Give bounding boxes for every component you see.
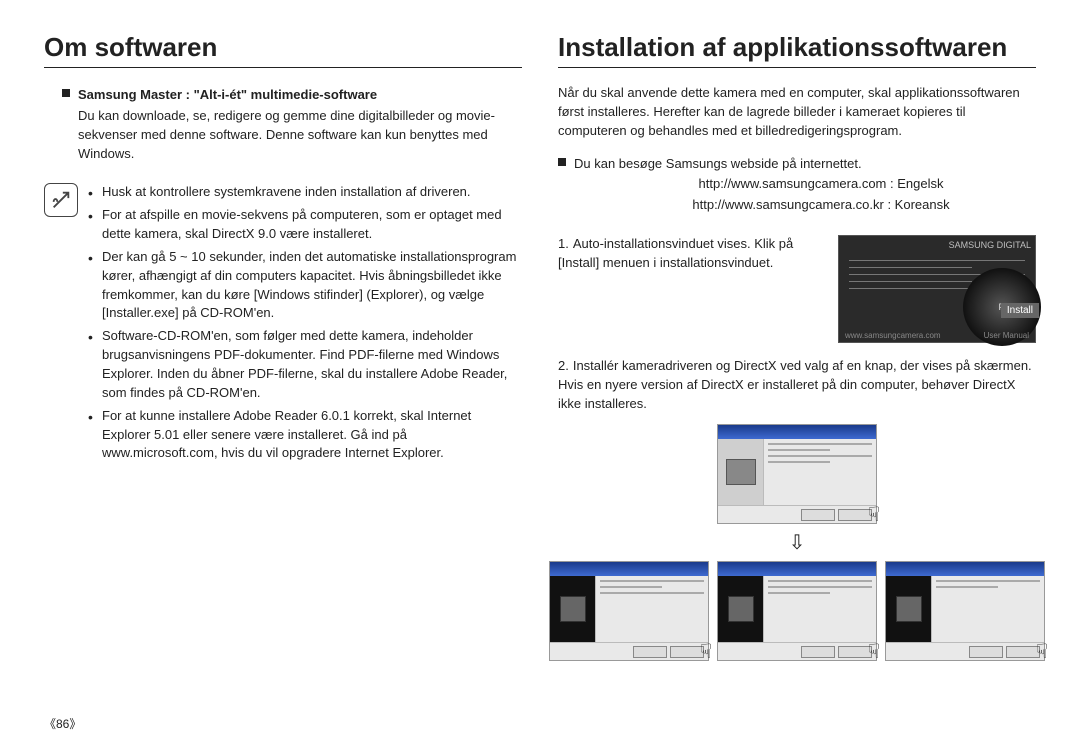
directx-logo-icon [560,596,586,622]
note-item: For at afspille en movie-sekvens på comp… [88,206,522,244]
square-bullet-icon [558,158,566,166]
thumb-brand: SAMSUNG DIGITAL [899,240,1031,250]
directx-logo-icon [728,596,754,622]
step2-screenshots: ☟ ⇩ ☟ [558,424,1036,661]
url-korean: http://www.samsungcamera.co.kr : Koreans… [606,196,1036,215]
directx-logo-icon [896,596,922,622]
installer-screenshot: SAMSUNG DIGITAL PDF file. Install www.sa… [838,235,1036,343]
note-item: Der kan gå 5 ~ 10 sekunder, inden det au… [88,248,522,323]
intro-text: Når du skal anvende dette kamera med en … [558,84,1036,141]
url-english: http://www.samsungcamera.com : Engelsk [606,175,1036,194]
thumb-site-right: User Manual [984,331,1029,340]
wizard-screenshot: ☟ [717,561,877,661]
cursor-hand-icon: ☟ [868,639,880,664]
square-bullet-icon [62,89,70,97]
cursor-hand-icon: ☟ [700,639,712,664]
right-heading: Installation af applikationssoftwaren [558,32,1036,68]
note-item: Software-CD-ROM'en, som følger med dette… [88,327,522,402]
wizard-screenshot: ☟ [717,424,877,524]
wizard-screenshot: ☟ [885,561,1045,661]
left-heading: Om softwaren [44,32,522,68]
monitor-icon [726,459,756,485]
note-item: For at kunne installere Adobe Reader 6.0… [88,407,522,464]
cursor-hand-icon: ☟ [868,502,880,527]
note-icon [44,183,78,217]
page-number: 《86》 [44,715,81,732]
step2-text: Installér kameradriveren og DirectX ved … [558,358,1032,411]
weblink-intro: Du kan besøge Samsungs webside på intern… [574,155,862,174]
cursor-hand-icon: ☟ [1036,639,1048,664]
samsung-master-body: Du kan downloade, se, redigere og gemme … [78,107,522,164]
thumb-site-left: www.samsungcamera.com [845,331,941,340]
note-item: Husk at kontrollere systemkravene inden … [88,183,522,202]
arrow-down-icon: ⇩ [789,530,806,555]
step1-text: Auto-installationsvinduet vises. Klik på… [558,236,793,270]
step1-number: 1. [558,236,569,251]
step2-number: 2. [558,358,569,373]
note-list: Husk at kontrollere systemkravene inden … [88,183,522,467]
thumb-install-button: Install [1001,303,1039,318]
wizard-screenshot: ☟ [549,561,709,661]
samsung-master-title: Samsung Master : "Alt-i-ét" multimedie-s… [78,86,522,105]
